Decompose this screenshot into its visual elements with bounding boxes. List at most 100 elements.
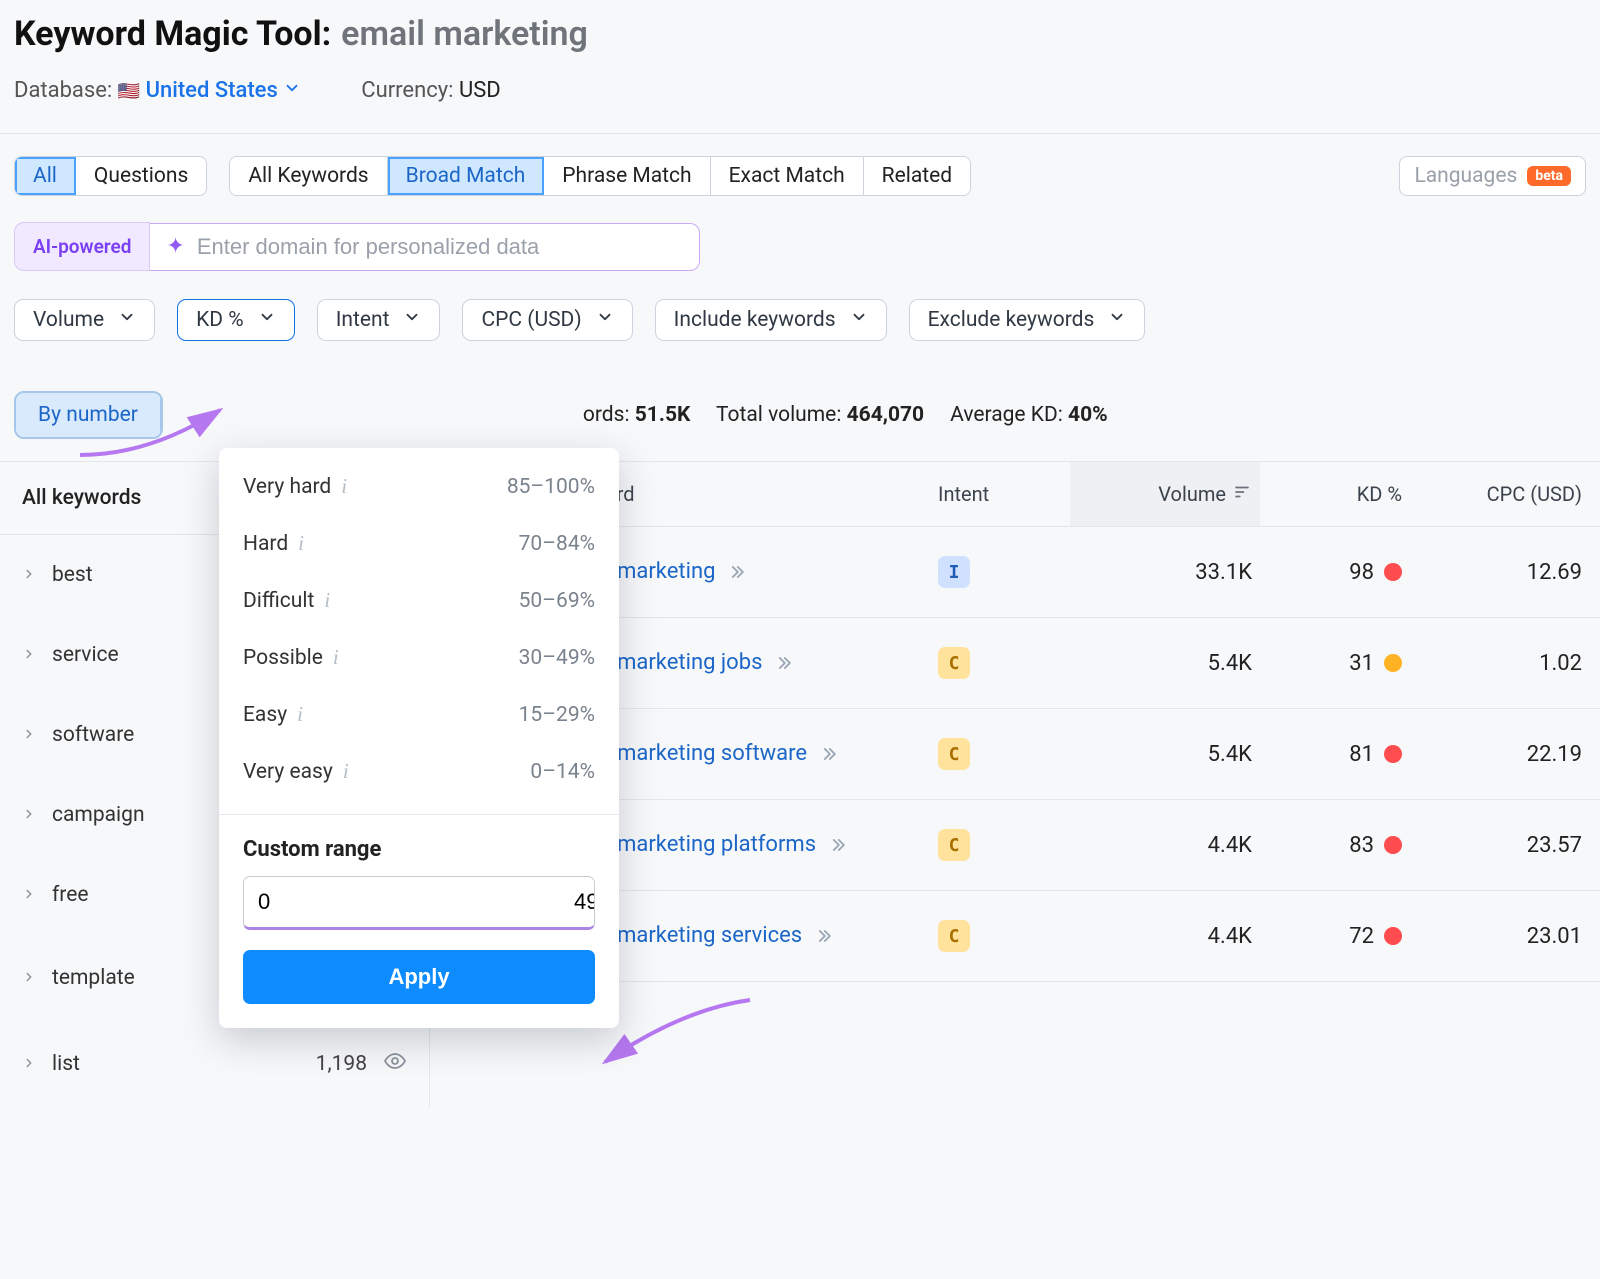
sparkle-icon: ✦ — [166, 234, 184, 259]
include-keywords-label: Include keywords — [674, 308, 836, 332]
col-volume[interactable]: Volume — [1070, 462, 1260, 526]
kd-option-range: 85–100% — [507, 475, 595, 499]
col-cpc[interactable]: CPC (USD) — [1410, 462, 1590, 526]
chevron-down-icon — [1108, 308, 1126, 332]
sidebar-item-label: campaign — [52, 803, 145, 827]
chevron-right-icon — [22, 563, 36, 587]
ai-input-container: ✦ — [150, 223, 699, 271]
info-icon[interactable]: i — [333, 645, 339, 670]
database-selector[interactable]: Database: 🇺🇸 United States — [14, 78, 301, 103]
keywords-count-label: ords: — [583, 403, 635, 427]
difficulty-dot-icon — [1384, 927, 1402, 945]
kd-option[interactable]: Possible i 30–49% — [219, 629, 619, 686]
col-kd[interactable]: KD % — [1260, 462, 1410, 526]
sidebar-item-label: list — [52, 1052, 80, 1076]
kd-option-label: Possible — [243, 646, 323, 670]
info-icon[interactable]: i — [324, 588, 330, 613]
chevron-down-icon — [403, 308, 421, 332]
chevron-down-icon — [118, 308, 136, 332]
question-toggle-group: All Questions — [14, 156, 207, 196]
info-icon[interactable]: i — [297, 702, 303, 727]
intent-filter[interactable]: Intent — [317, 299, 441, 341]
kd-option-range: 0–14% — [530, 760, 595, 784]
kd-option-range: 30–49% — [519, 646, 595, 670]
difficulty-dot-icon — [1384, 745, 1402, 763]
chevron-right-icon — [22, 1052, 36, 1076]
sidebar-item-label: service — [52, 643, 119, 667]
domain-input[interactable] — [197, 234, 677, 260]
col-volume-label: Volume — [1158, 482, 1226, 506]
intent-cell: C — [930, 647, 1070, 679]
tab-exact-match[interactable]: Exact Match — [711, 157, 864, 195]
volume-filter-label: Volume — [33, 308, 104, 332]
languages-button[interactable]: Languages beta — [1399, 156, 1586, 196]
kd-option[interactable]: Hardi 70–84% — [219, 515, 619, 572]
kd-option-range: 50–69% — [519, 589, 595, 613]
total-volume-value: 464,070 — [847, 403, 924, 427]
tab-phrase-match[interactable]: Phrase Match — [544, 157, 710, 195]
tab-broad-match[interactable]: Broad Match — [388, 157, 545, 195]
avg-kd-label: Average KD: — [950, 403, 1063, 427]
tab-questions[interactable]: Questions — [76, 157, 206, 195]
exclude-keywords-label: Exclude keywords — [928, 308, 1095, 332]
sidebar-item[interactable]: list 1,198 — [0, 1021, 429, 1107]
volume-cell: 33.1K — [1070, 560, 1260, 585]
kd-cell: 83 — [1260, 833, 1410, 858]
kd-filter[interactable]: KD % — [177, 299, 295, 341]
chevron-down-icon — [850, 308, 868, 332]
difficulty-dot-icon — [1384, 654, 1402, 672]
tool-name: Keyword Magic Tool: — [14, 14, 331, 54]
beta-badge: beta — [1527, 166, 1571, 186]
sidebar-item-count: 1,198 — [316, 1052, 367, 1076]
sort-by-number[interactable]: By number — [16, 393, 161, 437]
stats-summary: ords: 51.5K Total volume: 464,070 Averag… — [583, 403, 1108, 427]
kd-option[interactable]: Very hard i 85–100% — [219, 458, 619, 515]
kd-option[interactable]: Difficult i 50–69% — [219, 572, 619, 629]
kd-option-range: 70–84% — [519, 532, 595, 556]
difficulty-dot-icon — [1384, 563, 1402, 581]
cpc-filter[interactable]: CPC (USD) — [462, 299, 632, 341]
eye-icon[interactable] — [383, 1049, 407, 1079]
custom-range-inputs — [243, 876, 595, 930]
intent-filter-label: Intent — [336, 308, 390, 332]
info-icon[interactable]: i — [341, 474, 347, 499]
volume-cell: 5.4K — [1070, 651, 1260, 676]
chevron-down-icon — [596, 308, 614, 332]
kd-option[interactable]: Very easyi0–14% — [219, 743, 619, 800]
languages-label: Languages — [1414, 164, 1517, 188]
range-to-input[interactable] — [560, 877, 595, 927]
open-icon — [808, 923, 834, 948]
open-icon — [813, 741, 839, 766]
chevron-right-icon — [22, 803, 36, 827]
kd-option-range: 15–29% — [519, 703, 595, 727]
custom-range-label: Custom range — [219, 815, 619, 876]
volume-filter[interactable]: Volume — [14, 299, 155, 341]
tab-all-keywords[interactable]: All Keywords — [230, 157, 387, 195]
kd-option[interactable]: Easyi15–29% — [219, 686, 619, 743]
intent-badge: C — [938, 829, 970, 861]
volume-cell: 4.4K — [1070, 924, 1260, 949]
info-icon[interactable]: i — [298, 531, 304, 556]
include-keywords-filter[interactable]: Include keywords — [655, 299, 887, 341]
kd-cell: 72 — [1260, 924, 1410, 949]
currency-label: Currency: — [361, 78, 453, 103]
intent-cell: C — [930, 829, 1070, 861]
tab-related[interactable]: Related — [864, 157, 970, 195]
apply-button[interactable]: Apply — [243, 950, 595, 1004]
kd-option-label: Difficult — [243, 589, 314, 613]
info-icon[interactable]: i — [343, 759, 349, 784]
cpc-cell: 22.19 — [1410, 742, 1590, 767]
tab-all[interactable]: All — [15, 157, 76, 195]
page-title: Keyword Magic Tool: email marketing — [14, 14, 1586, 54]
chevron-right-icon — [22, 723, 36, 747]
kd-option-label: Very hard — [243, 475, 331, 499]
chevron-down-icon — [258, 308, 276, 332]
cpc-cell: 23.57 — [1410, 833, 1590, 858]
exclude-keywords-filter[interactable]: Exclude keywords — [909, 299, 1146, 341]
total-volume-label: Total volume: — [716, 403, 841, 427]
sidebar-item-label: software — [52, 723, 134, 747]
intent-cell: C — [930, 738, 1070, 770]
kd-option-label: Hard — [243, 532, 288, 556]
col-intent[interactable]: Intent — [930, 462, 1070, 526]
range-from-input[interactable] — [244, 877, 560, 927]
